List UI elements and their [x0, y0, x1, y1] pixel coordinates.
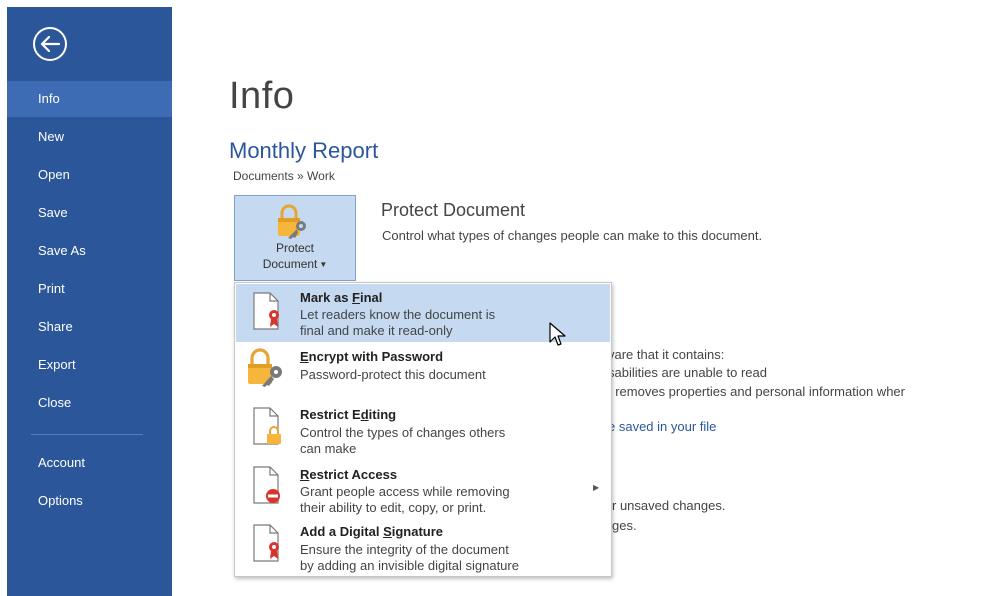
menu-item-encrypt-with-password[interactable]: Encrypt with Password Password-protect t… [236, 344, 610, 400]
nav-item-save[interactable]: Save [7, 195, 172, 231]
top-strip [0, 0, 988, 7]
menu-item-title: Encrypt with Password [300, 349, 444, 364]
menu-item-title: Restrict Editing [300, 407, 397, 422]
nav-item-print[interactable]: Print [7, 271, 172, 307]
menu-item-description: Control the types of changes others can … [300, 425, 506, 456]
menu-item-title: Restrict Access [300, 467, 398, 482]
menu-item-restrict-editing[interactable]: Restrict Editing Control the types of ch… [236, 402, 610, 460]
versions-text-line2: ges. [612, 518, 637, 533]
nav-item-open[interactable]: Open [7, 157, 172, 193]
protect-section-title: Protect Document [381, 200, 526, 220]
protect-button-label: Protect Document ▼ [262, 241, 328, 271]
inspect-text-line1: vare that it contains: [608, 347, 725, 362]
restrict-editing-icon [253, 407, 281, 445]
encrypt-lock-icon [248, 348, 282, 387]
protect-lock-key-icon [278, 204, 306, 239]
protect-document-button[interactable]: Protect Document ▼ [234, 195, 356, 281]
page-title: Info [229, 75, 295, 117]
versions-text-line1: r unsaved changes. [612, 498, 726, 513]
backstage-sidebar: Info New Open Save Save As Print Share E… [7, 7, 172, 596]
back-button[interactable] [33, 27, 67, 61]
inspect-text-line2: sabilities are unable to read [608, 365, 767, 380]
menu-item-title: Add a Digital Signature [300, 524, 444, 539]
nav-item-share[interactable]: Share [7, 309, 172, 345]
nav-item-close[interactable]: Close [7, 385, 172, 421]
protect-section-description: Control what types of changes people can… [382, 228, 763, 243]
inspect-link[interactable]: e saved in your file [608, 419, 716, 434]
inspect-text-line3: / removes properties and personal inform… [608, 384, 905, 399]
menu-item-add-digital-signature[interactable]: Add a Digital Signature Ensure the integ… [236, 519, 610, 577]
nav-item-options[interactable]: Options [7, 483, 172, 519]
mark-final-icon [253, 292, 279, 330]
document-title: Monthly Report [229, 138, 379, 163]
menu-item-restrict-access[interactable]: Restrict Access Grant people access whil… [236, 461, 610, 519]
nav-separator [31, 434, 143, 435]
breadcrumb[interactable]: Documents » Work [233, 169, 335, 183]
word-backstage-window: Info New Open Save Save As Print Share E… [0, 0, 988, 596]
menu-item-description: Ensure the integrity of the document by … [300, 542, 519, 573]
digital-signature-icon [253, 524, 279, 562]
nav-item-save-as[interactable]: Save As [7, 233, 172, 269]
menu-item-description: Grant people access while removing their… [300, 484, 510, 515]
nav-item-new[interactable]: New [7, 119, 172, 155]
menu-item-title: Mark as Final [300, 290, 383, 305]
nav-item-export[interactable]: Export [7, 347, 172, 383]
menu-item-description: Let readers know the document is final a… [300, 307, 496, 338]
mouse-cursor-icon [549, 322, 566, 346]
menu-item-description: Password-protect this document [300, 367, 486, 382]
restrict-access-icon [253, 466, 280, 504]
nav-item-info[interactable]: Info [7, 81, 172, 117]
submenu-arrow-icon: ▶ [593, 483, 600, 492]
back-arrow-icon [40, 36, 60, 52]
nav-item-account[interactable]: Account [7, 445, 172, 481]
chevron-down-icon: ▼ [319, 259, 328, 269]
